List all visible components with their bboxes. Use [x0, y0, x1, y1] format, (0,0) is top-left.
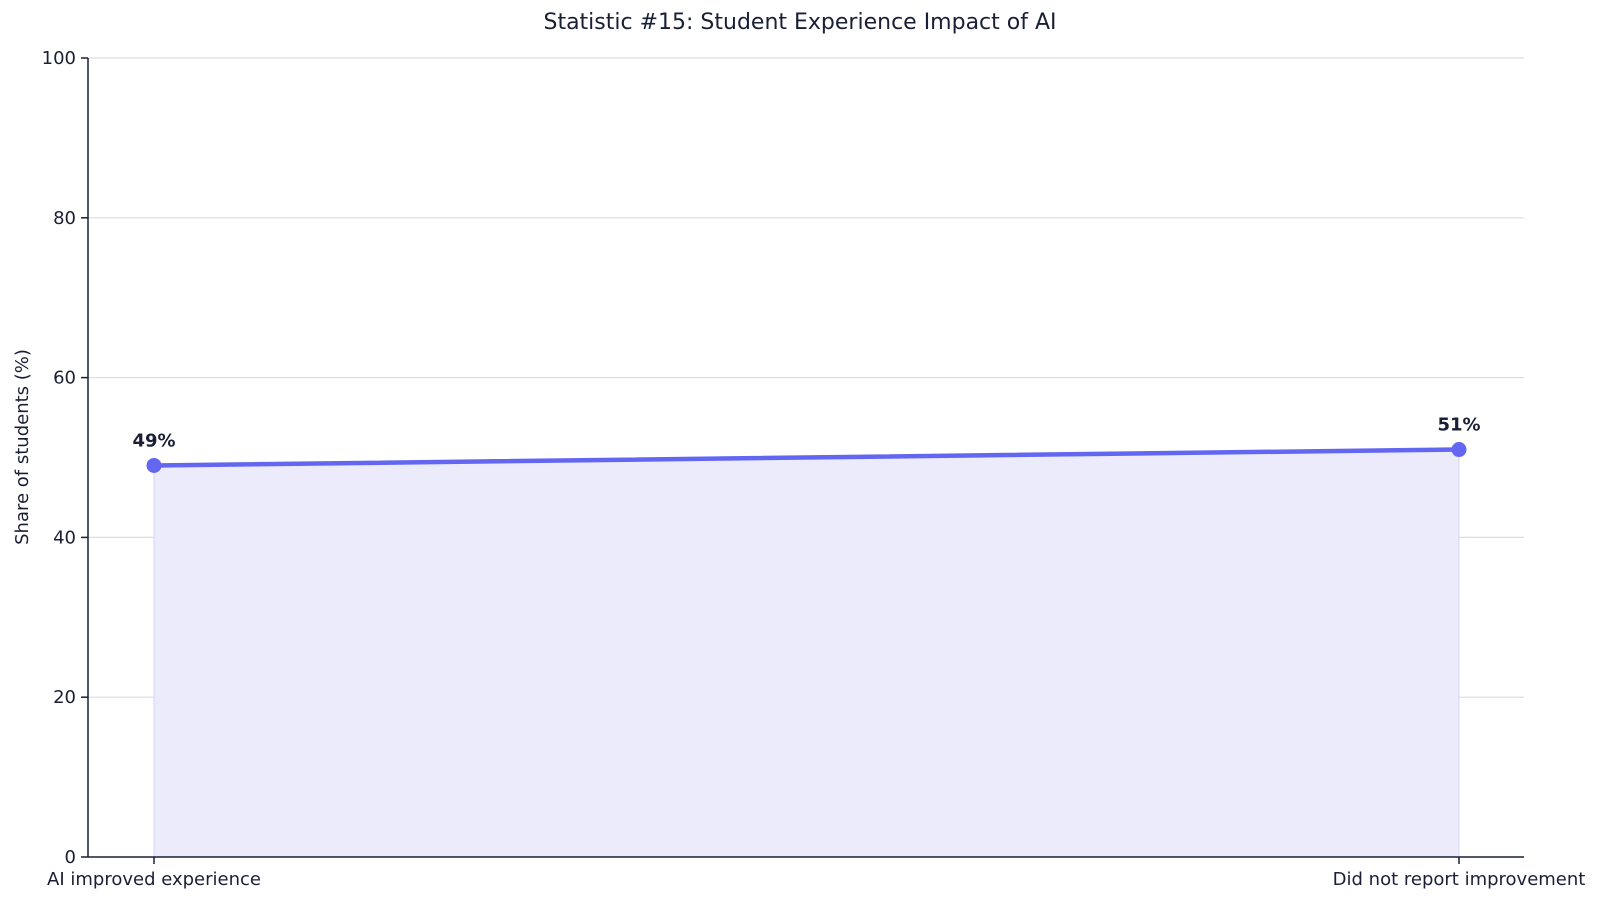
- y-axis-label: Share of students (%): [12, 349, 33, 545]
- x-ticks: AI improved experience Did not report imp…: [47, 857, 1585, 890]
- chart-title: Statistic #15: Student Experience Impact…: [543, 10, 1056, 35]
- y-tick-label-60: 60: [53, 368, 76, 389]
- y-tick-label-80: 80: [53, 208, 76, 229]
- data-labels: 49% 51%: [132, 415, 1480, 452]
- y-tick-label-40: 40: [53, 527, 76, 548]
- data-label-1: 51%: [1437, 415, 1480, 436]
- data-label-0: 49%: [132, 430, 175, 451]
- data-point-0: [146, 457, 162, 473]
- x-tick-label-1: Did not report improvement: [1333, 869, 1586, 890]
- chart-container: 0 20 40 60 80 100 AI improved experience Did n…: [0, 0, 1600, 897]
- area-fill: [153, 449, 1460, 858]
- data-point-1: [1451, 442, 1467, 458]
- y-tick-label-100: 100: [42, 48, 76, 69]
- y-tick-label-20: 20: [53, 687, 76, 708]
- y-tick-label-0: 0: [65, 847, 76, 868]
- area-chart: 0 20 40 60 80 100 AI improved experience Did n…: [12, 10, 1585, 890]
- y-ticks: 0 20 40 60 80 100: [42, 48, 88, 868]
- x-tick-label-0: AI improved experience: [47, 869, 261, 890]
- area-layer: [153, 449, 1460, 858]
